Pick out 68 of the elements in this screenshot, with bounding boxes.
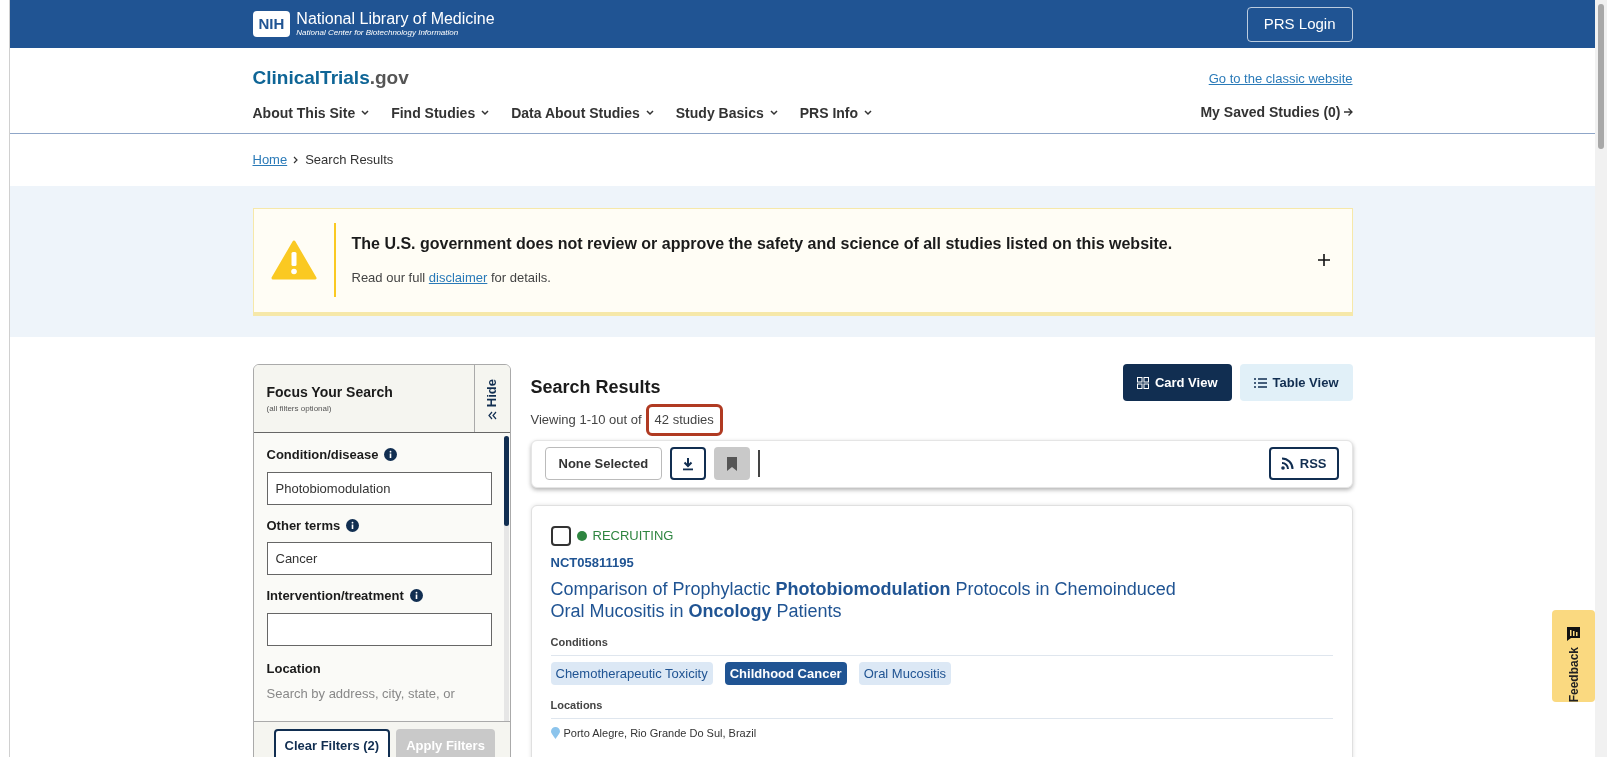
condition-tag[interactable]: Childhood Cancer bbox=[724, 661, 847, 685]
arrow-right-icon bbox=[1342, 107, 1353, 117]
disclaimer-title: The U.S. government does not review or approve the safety and science of all studies listed on this website. bbox=[351, 234, 1174, 255]
location-text: Porto Alegre, Rio Grande Do Sul, Brazil bbox=[563, 725, 757, 741]
text-field[interactable]: Photobiomodulation bbox=[266, 471, 492, 505]
disclaimer-link[interactable]: disclaimer bbox=[428, 270, 488, 286]
grid-icon bbox=[1136, 376, 1149, 389]
nav-menu[interactable]: Study Basics bbox=[675, 102, 778, 124]
feedback-tab[interactable]: Feedback bbox=[1552, 610, 1595, 702]
double-chevron-icon bbox=[487, 411, 497, 421]
study-title-link[interactable]: Comparison of Prophylactic Photobiomodulation Protocols in Chemoinduced Oral Mucositis in Oncology Patients bbox=[550, 578, 1333, 622]
logo-mark: NIH bbox=[252, 10, 291, 38]
location-hint: Search by address, city, state, or bbox=[266, 685, 456, 703]
section-label: Conditions bbox=[550, 635, 609, 650]
caret-icon bbox=[645, 110, 654, 116]
study-id-link[interactable]: NCT05811195 bbox=[550, 552, 1333, 572]
status-label: RECRUITING bbox=[592, 526, 674, 545]
condition-tag[interactable]: Oral Mucositis bbox=[858, 661, 952, 685]
caret-icon bbox=[769, 110, 778, 116]
clear-filters-button[interactable]: Clear Filters (2) bbox=[273, 729, 391, 757]
panel-subtitle: (all filters optional) bbox=[266, 403, 333, 415]
saved-studies-link[interactable]: My Saved Studies (0) bbox=[1200, 101, 1353, 123]
field-label: Intervention/treatment bbox=[266, 587, 404, 605]
hide-panel-button[interactable]: Hide bbox=[473, 365, 510, 432]
info-icon[interactable] bbox=[346, 518, 360, 532]
field-label: Condition/disease bbox=[266, 446, 379, 464]
results-title: Search Results bbox=[530, 376, 662, 399]
panel-title: Focus Your Search bbox=[266, 383, 394, 402]
section-label: Locations bbox=[550, 698, 604, 713]
caret-icon bbox=[481, 110, 490, 116]
site-logo[interactable]: ClinicalTrials.gov bbox=[252, 64, 873, 93]
nav-menu[interactable]: About This Site bbox=[252, 102, 370, 124]
condition-tag[interactable]: Chemotherapeutic Toxicity bbox=[550, 661, 713, 685]
download-button[interactable] bbox=[670, 447, 707, 480]
login-button[interactable]: PRS Login bbox=[1246, 6, 1353, 42]
view-toggle[interactable]: Table View bbox=[1239, 364, 1353, 401]
nav-menu[interactable]: Find Studies bbox=[391, 102, 490, 124]
results-summary: Viewing 1-10 out of bbox=[530, 411, 642, 429]
text-field[interactable]: Cancer bbox=[266, 542, 492, 575]
bookmark-icon bbox=[727, 456, 738, 471]
list-icon bbox=[1253, 377, 1267, 388]
location-pin-icon bbox=[550, 726, 560, 739]
caret-icon bbox=[864, 110, 873, 116]
breadcrumb-link[interactable]: Home bbox=[252, 150, 288, 170]
rss-icon bbox=[1280, 457, 1294, 470]
org-name: National Library of Medicine bbox=[296, 11, 495, 27]
org-subtitle: National Center for Biotechnology Information bbox=[296, 29, 460, 37]
selection-dropdown[interactable]: None Selected bbox=[544, 447, 663, 480]
expand-icon[interactable] bbox=[1315, 252, 1332, 268]
warning-icon bbox=[270, 240, 317, 280]
nav-menu[interactable]: Data About Studies bbox=[511, 102, 654, 124]
nav-menu[interactable]: PRS Info bbox=[799, 102, 873, 124]
disclaimer-text: Read our full disclaimer for details. bbox=[351, 269, 552, 288]
feedback-icon bbox=[1567, 626, 1580, 641]
info-icon[interactable] bbox=[409, 589, 423, 603]
breadcrumb-current: Search Results bbox=[305, 151, 394, 170]
info-icon[interactable] bbox=[384, 448, 398, 462]
field-label: Other terms bbox=[266, 516, 341, 535]
field-label: Location bbox=[266, 659, 322, 678]
download-icon bbox=[682, 456, 695, 471]
rss-button[interactable]: RSS bbox=[1268, 447, 1339, 480]
result-count: 42 studies bbox=[645, 404, 723, 436]
chevron-right-icon bbox=[293, 156, 300, 164]
classic-site-link[interactable]: Go to the classic website bbox=[1208, 69, 1353, 89]
text-field[interactable] bbox=[266, 612, 492, 646]
caret-icon bbox=[361, 110, 370, 116]
view-toggle[interactable]: Card View bbox=[1122, 364, 1232, 401]
select-checkbox[interactable] bbox=[550, 525, 571, 546]
